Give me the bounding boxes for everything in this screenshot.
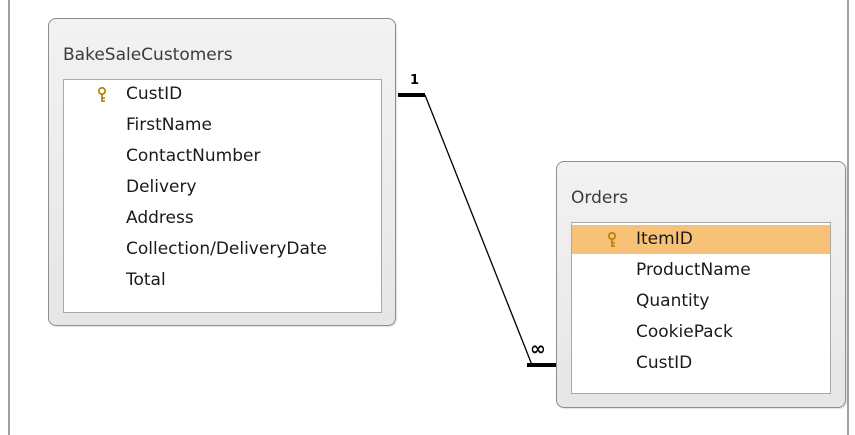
relationship-canvas: 1 ∞ BakeSaleCustomers CustID FirstName C…	[0, 0, 855, 435]
field-delivery[interactable]: Delivery	[64, 173, 381, 202]
field-label: Total	[126, 270, 166, 290]
relationship-connector[interactable]	[398, 93, 558, 367]
field-label: CustID	[636, 353, 693, 373]
field-address[interactable]: Address	[64, 204, 381, 233]
key-icon	[97, 87, 107, 102]
field-label: FirstName	[126, 115, 212, 135]
table-title: Orders	[571, 188, 629, 208]
many-side-label: ∞	[530, 338, 546, 360]
field-label: CookiePack	[636, 322, 733, 342]
field-list: ItemID ProductName Quantity CookiePack C…	[571, 222, 831, 394]
field-firstname[interactable]: FirstName	[64, 111, 381, 140]
one-side-label: 1	[410, 73, 420, 88]
field-label: CustID	[126, 84, 183, 104]
field-label: ItemID	[636, 229, 693, 249]
table-title: BakeSaleCustomers	[63, 45, 233, 65]
field-label: Collection/DeliveryDate	[126, 239, 328, 259]
field-itemid[interactable]: ItemID	[572, 225, 830, 254]
table-bakesalecustomers[interactable]: BakeSaleCustomers CustID FirstName Conta…	[48, 18, 396, 326]
field-contactnumber[interactable]: ContactNumber	[64, 142, 381, 171]
field-label: ProductName	[636, 260, 751, 280]
field-cookiepack[interactable]: CookiePack	[572, 318, 830, 347]
field-total[interactable]: Total	[64, 266, 381, 295]
field-label: ContactNumber	[126, 146, 261, 166]
key-icon	[607, 232, 617, 247]
field-quantity[interactable]: Quantity	[572, 287, 830, 316]
field-label: Delivery	[126, 177, 197, 197]
relationship-line	[424, 94, 533, 366]
field-custid[interactable]: CustID	[64, 80, 381, 109]
field-productname[interactable]: ProductName	[572, 256, 830, 285]
field-label: Address	[126, 208, 194, 228]
field-label: Quantity	[636, 291, 710, 311]
table-orders[interactable]: Orders ItemID ProductName Quantity Cooki…	[556, 161, 846, 408]
field-collection-deliverydate[interactable]: Collection/DeliveryDate	[64, 235, 381, 264]
field-custid-fk[interactable]: CustID	[572, 349, 830, 378]
field-list: CustID FirstName ContactNumber Delivery …	[63, 79, 382, 313]
